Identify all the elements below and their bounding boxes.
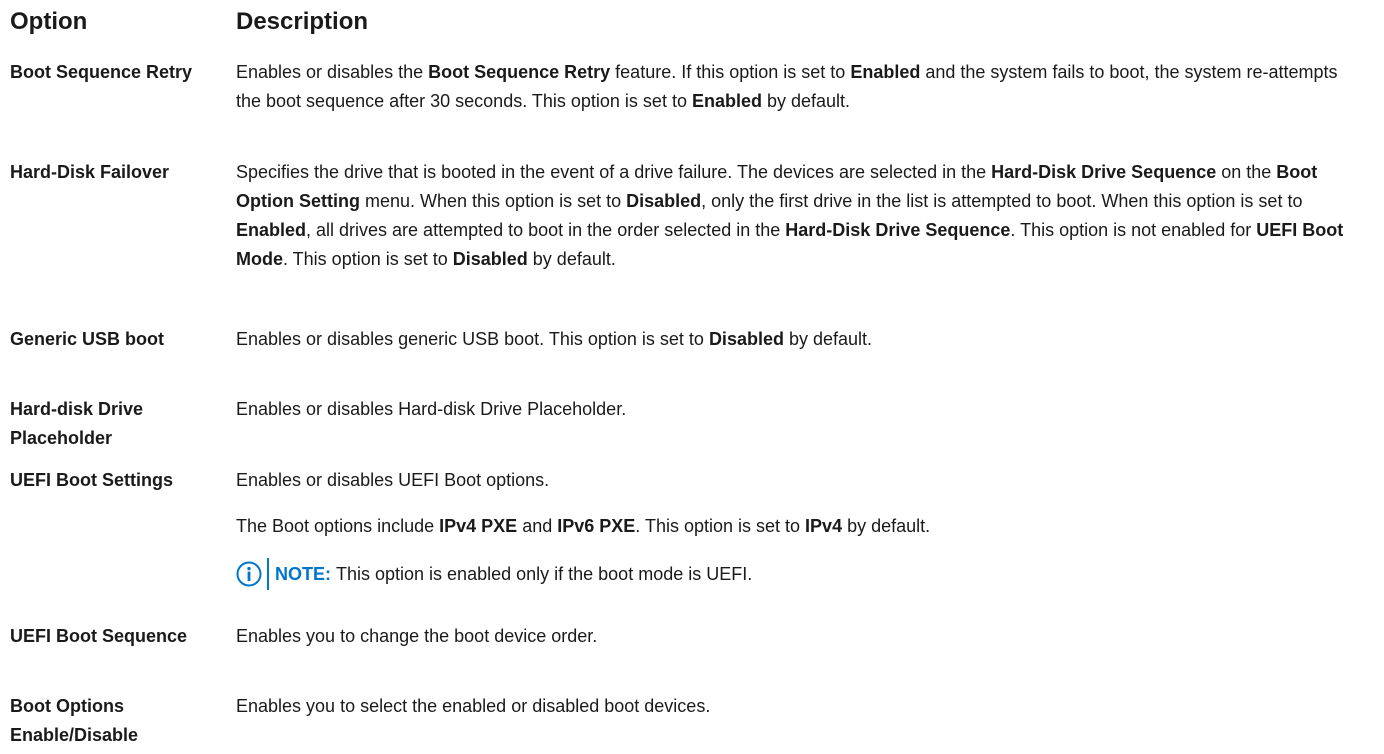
bold-term: IPv4 — [805, 516, 843, 536]
text-run: feature. If this option is set to — [610, 62, 851, 82]
description-paragraph: Enables you to change the boot device or… — [236, 622, 1360, 651]
description-paragraph: Specifies the drive that is booted in th… — [236, 158, 1360, 274]
note-text: This option is enabled only if the boot … — [336, 563, 753, 584]
bold-term: IPv6 PXE — [557, 516, 636, 536]
option-description: Enables you to change the boot device or… — [236, 622, 1360, 651]
text-run: Enables or disables the — [236, 62, 429, 82]
text-run: Enables or disables UEFI Boot options. — [236, 470, 550, 490]
bold-term: Hard-Disk Drive Sequence — [785, 220, 1011, 240]
text-run: . This option is set to — [283, 249, 453, 269]
bold-term: Enabled — [236, 220, 307, 240]
option-name: Hard-disk Drive Placeholder — [10, 399, 144, 448]
description-paragraph: Enables or disables the Boot Sequence Re… — [236, 58, 1360, 116]
text-run: on the — [1216, 162, 1277, 182]
description-paragraph: Enables or disables Hard-disk Drive Plac… — [236, 395, 1360, 424]
option-name: Generic USB boot — [10, 329, 165, 349]
info-icon — [236, 561, 262, 587]
bold-term: Boot Sequence Retry — [428, 62, 611, 82]
text-run: Specifies the drive that is booted in th… — [236, 162, 992, 182]
table-header: Option Description — [0, 8, 1384, 48]
description-paragraph: Enables you to select the enabled or dis… — [236, 692, 1360, 721]
text-run: by default. — [761, 91, 851, 111]
option-name: UEFI Boot Settings — [10, 470, 173, 490]
description-paragraph: Enables or disables generic USB boot. Th… — [236, 325, 1360, 354]
text-run: , only the first drive in the list is at… — [701, 191, 1303, 211]
text-run: and — [517, 516, 558, 536]
bold-term: Hard-Disk Drive Sequence — [991, 162, 1217, 182]
text-run: The Boot options include — [236, 516, 440, 536]
option-name: Hard-Disk Failover — [10, 162, 170, 182]
description-paragraph: Enables or disables UEFI Boot options. — [236, 466, 1360, 495]
option-description: Specifies the drive that is booted in th… — [236, 158, 1360, 274]
bold-term: Enabled — [850, 62, 921, 82]
description-paragraph: The Boot options include IPv4 PXE and IP… — [236, 512, 1360, 541]
text-run: Enables or disables generic USB boot. Th… — [236, 329, 709, 349]
note-label: NOTE: — [275, 563, 331, 584]
header-option: Option — [10, 8, 88, 35]
bold-term: Enabled — [691, 91, 762, 111]
bold-term: Disabled — [708, 329, 784, 349]
text-run: . This option is not enabled for — [1010, 220, 1257, 240]
text-run: by default. — [527, 249, 616, 269]
bold-term: Disabled — [626, 191, 702, 211]
option-name: Boot Options Enable/Disable — [10, 696, 139, 745]
option-name: Boot Sequence Retry — [10, 62, 193, 82]
option-description: Enables or disables UEFI Boot options. T… — [236, 466, 1360, 590]
text-run: Enables you to select the enabled or dis… — [236, 696, 711, 716]
text-run: . This option is set to — [635, 516, 806, 536]
text-run: , all drives are attempted to boot in th… — [306, 220, 786, 240]
text-run: Enables you to change the boot device or… — [236, 626, 598, 646]
text-run: by default. — [842, 516, 931, 536]
document-page: Option Description Boot Sequence Retry E… — [0, 0, 1384, 754]
text-run: menu. When this option is set to — [359, 191, 627, 211]
option-description: Enables or disables the Boot Sequence Re… — [236, 58, 1360, 116]
option-description: Enables you to select the enabled or dis… — [236, 692, 1360, 721]
bold-term: IPv4 PXE — [439, 516, 518, 536]
option-description: Enables or disables generic USB boot. Th… — [236, 325, 1360, 354]
option-description: Enables or disables Hard-disk Drive Plac… — [236, 395, 1360, 424]
header-description: Description — [236, 8, 369, 35]
note-callout: NOTE: This option is enabled only if the… — [236, 558, 1360, 590]
bold-term: Disabled — [452, 249, 528, 269]
option-name: UEFI Boot Sequence — [10, 626, 188, 646]
text-run: by default. — [783, 329, 873, 349]
note-divider — [267, 558, 269, 590]
text-run: Enables or disables Hard-disk Drive Plac… — [236, 399, 627, 419]
